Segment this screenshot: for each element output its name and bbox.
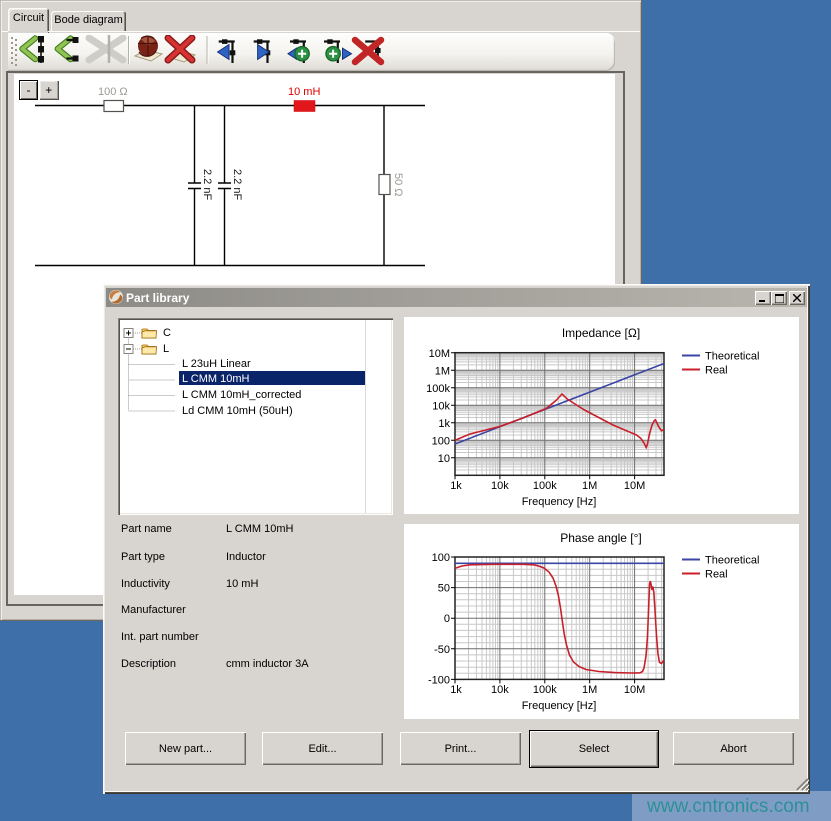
svg-text:Frequency [Hz]: Frequency [Hz] <box>522 496 597 508</box>
svg-text:Frequency [Hz]: Frequency [Hz] <box>522 700 597 712</box>
svg-text:100k: 100k <box>533 684 557 696</box>
svg-text:100: 100 <box>432 552 450 564</box>
svg-text:Phase angle [°]: Phase angle [°] <box>560 531 642 545</box>
svg-text:Real: Real <box>705 569 728 581</box>
svg-text:Theoretical: Theoretical <box>705 351 759 363</box>
svg-text:Impedance [Ω]: Impedance [Ω] <box>562 326 640 340</box>
svg-text:10k: 10k <box>491 480 509 492</box>
svg-text:10M: 10M <box>624 684 645 696</box>
svg-text:100k: 100k <box>533 480 557 492</box>
svg-text:1k: 1k <box>450 480 462 492</box>
svg-text:1M: 1M <box>582 480 597 492</box>
svg-text:-50: -50 <box>434 644 450 656</box>
svg-text:10k: 10k <box>432 401 450 413</box>
svg-text:10M: 10M <box>429 348 450 360</box>
svg-text:10: 10 <box>438 453 450 465</box>
svg-text:-100: -100 <box>428 674 450 686</box>
svg-text:1M: 1M <box>435 366 450 378</box>
svg-text:2.2 nF: 2.2 nF <box>231 169 243 200</box>
svg-text:2.2 nF: 2.2 nF <box>201 169 213 200</box>
svg-text:10M: 10M <box>624 480 645 492</box>
svg-text:100: 100 <box>432 436 450 448</box>
svg-text:1M: 1M <box>582 684 597 696</box>
svg-text:1k: 1k <box>450 684 462 696</box>
svg-text:0: 0 <box>444 613 450 625</box>
svg-text:100 Ω: 100 Ω <box>98 86 128 98</box>
svg-text:10k: 10k <box>491 684 509 696</box>
svg-text:50: 50 <box>438 583 450 595</box>
svg-text:10 mH: 10 mH <box>288 86 320 98</box>
svg-text:50 Ω: 50 Ω <box>392 173 404 197</box>
svg-text:Theoretical: Theoretical <box>705 555 759 567</box>
svg-text:1k: 1k <box>438 418 450 430</box>
svg-text:100k: 100k <box>426 383 450 395</box>
svg-text:Real: Real <box>705 365 728 377</box>
